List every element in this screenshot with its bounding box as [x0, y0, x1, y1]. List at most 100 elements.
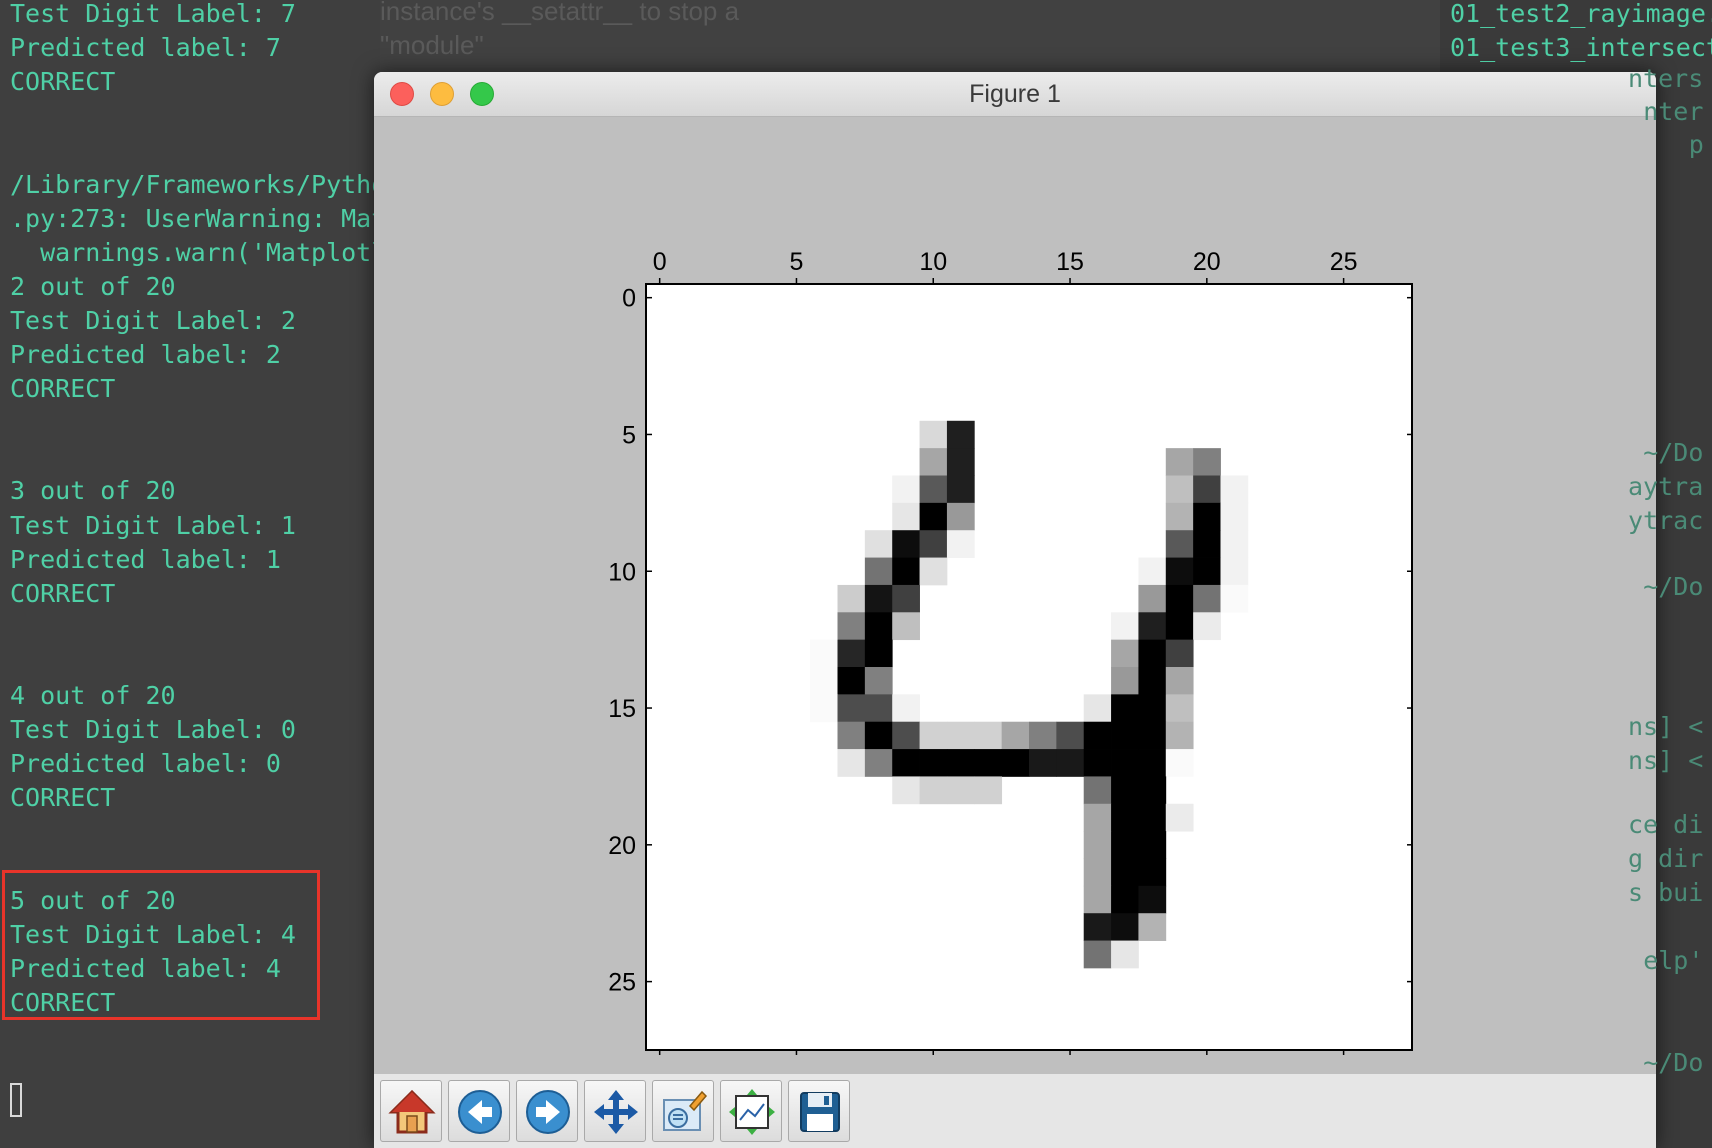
subplots-button[interactable]: [720, 1080, 782, 1142]
right-pane-fragment: ce di: [1628, 810, 1704, 839]
plot-canvas[interactable]: 0 5 10 15 20 25 0 5 10 15 20 25: [374, 116, 1656, 1074]
pixel-cell: [1220, 502, 1249, 531]
pixel-cell: [864, 557, 893, 586]
forward-button[interactable]: [516, 1080, 578, 1142]
pixel-cell: [1111, 694, 1139, 723]
pixel-cell: [946, 530, 975, 558]
pixel-cell: [1165, 557, 1194, 586]
pixel-cell: [1083, 885, 1112, 914]
image-background: [646, 284, 1412, 1050]
pixel-cell: [1111, 940, 1139, 969]
pixel-cell: [1220, 584, 1249, 613]
terminal-line: 4 out of 20: [10, 681, 176, 710]
pixel-cell: [837, 667, 866, 695]
pixel-cell: [837, 612, 866, 641]
pixel-cell: [1165, 803, 1194, 832]
right-pane-line: 01_test3_intersecti: [1450, 33, 1712, 62]
window-title: Figure 1: [969, 80, 1061, 108]
terminal-cursor: [10, 1083, 22, 1117]
pixel-cell: [864, 694, 893, 723]
pan-button[interactable]: [584, 1080, 646, 1142]
y-tick-label: 25: [608, 969, 636, 997]
highlight-box: [2, 870, 320, 1020]
pixel-cell: [892, 557, 920, 586]
pixel-cell: [1138, 831, 1167, 859]
terminal-line: Test Digit Label: 7: [10, 0, 296, 28]
pixel-cell: [1111, 667, 1139, 695]
pixel-cell: [1111, 913, 1139, 941]
pixel-cell: [946, 776, 975, 805]
y-tick-label: 10: [608, 558, 636, 586]
pixel-cell: [1165, 530, 1194, 558]
pixel-cell: [810, 639, 838, 668]
pixel-cell: [1165, 721, 1194, 750]
right-pane-fragment: p: [1688, 130, 1704, 159]
x-tick-label: 25: [1330, 248, 1358, 276]
terminal-line: Test Digit Label: 0: [10, 715, 296, 745]
pixel-cell: [1138, 557, 1167, 586]
right-pane-fragment: ~/Do: [1643, 438, 1704, 467]
pixel-cell: [1111, 885, 1139, 914]
zoom-rect-icon: [663, 1090, 708, 1131]
pixel-cell: [1138, 776, 1167, 805]
right-pane-fragment: ns] <: [1628, 746, 1704, 775]
pixel-cell: [1138, 612, 1167, 641]
pixel-cell: [1111, 749, 1139, 777]
pixel-cell: [919, 530, 948, 558]
save-button[interactable]: [788, 1080, 850, 1142]
pixel-cell: [1138, 885, 1167, 914]
pixel-cell: [864, 584, 893, 613]
home-button[interactable]: [380, 1080, 442, 1142]
pixel-cell: [1165, 584, 1194, 613]
y-tick-label: 15: [608, 695, 636, 723]
pixel-cell: [1220, 557, 1249, 586]
pixel-cell: [1111, 803, 1139, 832]
right-pane-fragment: aytra: [1628, 472, 1704, 501]
pixel-cell: [1138, 639, 1167, 668]
pixel-cell: [892, 776, 920, 805]
pixel-cell: [1138, 749, 1167, 777]
terminal-line: Test Digit Label: 2: [10, 305, 296, 335]
pixel-cell: [892, 612, 920, 641]
pixel-cell: [919, 776, 948, 805]
pixel-cell: [892, 694, 920, 723]
pixel-cell: [974, 749, 1003, 777]
terminal-line: .py:273: UserWarning: Matp: [10, 203, 402, 233]
figure-toolbar: [374, 1074, 1656, 1148]
digit-image: [646, 284, 1412, 1050]
x-tick-label: 15: [1056, 248, 1084, 276]
right-pane-line: 01_test2_rayimage.c: [1450, 0, 1712, 28]
pixel-cell: [837, 721, 866, 750]
pixel-cell: [1083, 858, 1112, 887]
pixel-cell: [810, 694, 838, 723]
pixel-cell: [1165, 694, 1194, 723]
x-tick-label: 5: [790, 248, 804, 276]
pixel-cell: [1083, 831, 1112, 859]
pixel-cell: [1138, 913, 1167, 941]
pixel-cell: [1083, 940, 1112, 969]
right-pane-fragment: ~/Do: [1643, 572, 1704, 601]
y-tick-label: 5: [622, 421, 636, 449]
back-button[interactable]: [448, 1080, 510, 1142]
figure-window[interactable]: Figure 1 0 5 10 15 20 25 0 5 10 15 20 25: [374, 72, 1656, 1148]
window-titlebar[interactable]: Figure 1: [374, 72, 1656, 117]
y-tick-label: 20: [608, 832, 636, 860]
pixel-cell: [864, 639, 893, 668]
zoom-button[interactable]: [652, 1080, 714, 1142]
pixel-cell: [919, 557, 948, 586]
pixel-cell: [1193, 530, 1221, 558]
pixel-cell: [892, 584, 920, 613]
terminal-line: warnings.warn('Matplotli: [10, 237, 402, 267]
pixel-cell: [1056, 749, 1085, 777]
right-pane-fragment: g dir: [1628, 844, 1704, 873]
pixel-cell: [1138, 803, 1167, 832]
forward-arrow-icon: [526, 1090, 570, 1134]
pixel-cell: [1001, 721, 1030, 750]
pixel-cell: [1111, 639, 1139, 668]
pixel-cell: [1220, 530, 1249, 558]
pixel-cell: [1165, 448, 1194, 476]
pixel-cell: [1083, 803, 1112, 832]
pixel-cell: [1056, 721, 1085, 750]
terminal-line: Predicted label: 7: [10, 33, 281, 63]
pixel-cell: [864, 667, 893, 695]
